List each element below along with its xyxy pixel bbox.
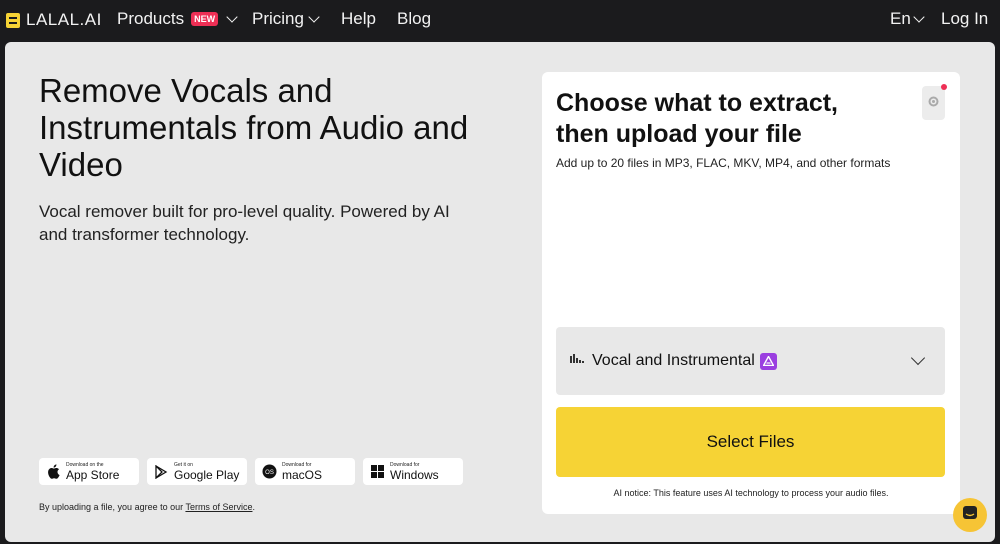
hero-title: Remove Vocals and Instrumentals from Aud… <box>39 72 469 183</box>
store-caption: Download on the <box>66 461 104 468</box>
stem-selector[interactable]: Vocal and Instrumental <box>556 327 945 395</box>
select-files-button[interactable]: Select Files <box>556 407 945 477</box>
top-nav: LALAL.AI Products NEW Pricing Help Blog … <box>0 0 1000 40</box>
upload-panel: Choose what to extract, then upload your… <box>542 72 960 514</box>
store-badges: Download on the App Store Get it on Goog… <box>39 458 463 485</box>
language-selector[interactable]: En <box>890 9 927 29</box>
chevron-down-icon <box>913 11 925 23</box>
settings-button[interactable] <box>922 86 945 120</box>
stem-selected-label: Vocal and Instrumental <box>592 352 755 369</box>
waveform-icon <box>570 352 586 370</box>
svg-text:OS: OS <box>265 470 274 476</box>
nav-blog-label: Blog <box>397 9 432 28</box>
store-name: Google Play <box>174 467 240 482</box>
gear-icon <box>928 94 939 112</box>
ai-notice: AI notice: This feature uses AI technolo… <box>613 488 889 498</box>
chat-icon <box>962 505 978 526</box>
upload-subtitle: Add up to 20 files in MP3, FLAC, MKV, MP… <box>556 156 891 170</box>
terms-prefix: By uploading a file, you agree to our <box>39 502 186 512</box>
language-label: En <box>890 9 911 28</box>
logo-icon <box>6 12 20 28</box>
google-play-button[interactable]: Get it on Google Play <box>147 458 247 485</box>
app-store-button[interactable]: Download on the App Store <box>39 458 139 485</box>
store-name: Windows <box>390 467 439 482</box>
nav-pricing[interactable]: Pricing <box>252 9 322 29</box>
nav-help[interactable]: Help <box>341 9 376 29</box>
store-caption: Get it on <box>174 461 193 468</box>
store-name: macOS <box>282 467 323 482</box>
chat-widget-button[interactable] <box>953 498 987 532</box>
macos-button[interactable]: OS Download for macOS <box>255 458 355 485</box>
nav-products[interactable]: Products NEW <box>117 9 240 29</box>
new-badge: NEW <box>191 12 219 26</box>
google-play-icon <box>153 464 169 480</box>
store-caption: Download for <box>282 461 312 468</box>
terms-notice: By uploading a file, you agree to our Te… <box>39 502 255 512</box>
notification-dot <box>941 84 947 90</box>
macos-icon: OS <box>261 464 277 480</box>
store-name: App Store <box>66 467 120 482</box>
hero-subtitle: Vocal remover built for pro-level qualit… <box>39 202 450 244</box>
terms-suffix: . <box>252 502 255 512</box>
main-card: Remove Vocals and Instrumentals from Aud… <box>5 42 995 542</box>
login-label: Log In <box>941 9 989 28</box>
chevron-down-icon <box>910 350 926 366</box>
apple-icon <box>45 464 61 480</box>
logo-text: LALAL.AI <box>26 10 102 29</box>
terms-of-service-link[interactable]: Terms of Service <box>185 502 252 512</box>
chevron-down-icon <box>226 11 238 23</box>
upload-title: Choose what to extract, then upload your… <box>556 89 838 148</box>
nav-pricing-label: Pricing <box>252 9 304 28</box>
windows-button[interactable]: Download for Windows <box>363 458 463 485</box>
nav-blog[interactable]: Blog <box>397 9 431 29</box>
login-link[interactable]: Log In <box>941 9 988 29</box>
nav-products-label: Products <box>117 9 185 28</box>
store-caption: Download for <box>390 461 420 468</box>
nav-help-label: Help <box>341 9 376 28</box>
ai-badge-icon <box>759 352 777 370</box>
logo[interactable]: LALAL.AI <box>6 10 102 30</box>
chevron-down-icon <box>308 11 320 23</box>
windows-icon <box>369 464 385 480</box>
